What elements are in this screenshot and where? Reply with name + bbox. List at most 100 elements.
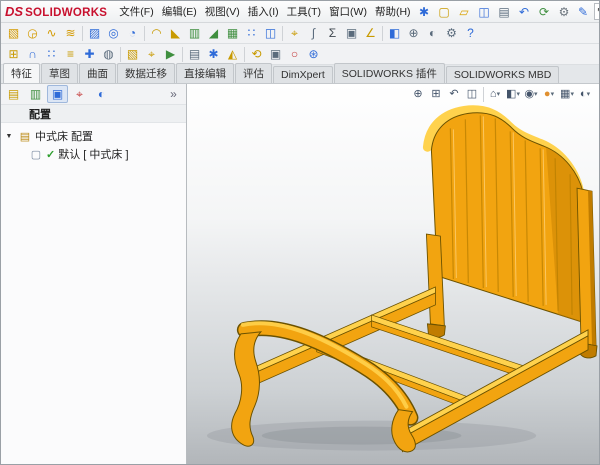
section-view-icon[interactable]: ◧	[385, 24, 404, 42]
mirror-icon[interactable]: ◫	[261, 24, 280, 42]
shell-icon: ▦	[226, 26, 239, 40]
smart-fastener-icon[interactable]: ≡	[61, 45, 80, 63]
insert-component-icon[interactable]: ⊞	[4, 45, 23, 63]
options-icon[interactable]: ⚙	[555, 3, 574, 21]
instant3d-icon[interactable]: ◭	[223, 45, 242, 63]
show-hidden-icon[interactable]: ◍	[99, 45, 118, 63]
tab-surfaces[interactable]: 曲面	[79, 63, 116, 83]
menu-items: 文件(F) 编辑(E) 视图(V) 插入(I) 工具(T) 窗口(W) 帮助(H)	[115, 2, 414, 21]
zoom-icon[interactable]: ⊕	[404, 24, 423, 42]
hide-show-items-icon[interactable]: ◉ ▾	[522, 86, 540, 103]
menu-view[interactable]: 视图(V)	[201, 2, 244, 21]
config-tree-root-row[interactable]: ▼ ▤ 中式床 配置	[3, 127, 184, 145]
tree-expand-icon[interactable]: ▼	[3, 133, 15, 140]
exploded-view-icon[interactable]: ✱	[204, 45, 223, 63]
edit-appearance-icon[interactable]: ● ▾	[540, 86, 558, 103]
menu-file[interactable]: 文件(F)	[115, 2, 157, 21]
snapshot-icon[interactable]: ▣	[266, 45, 285, 63]
tab-direct-editing[interactable]: 直接编辑	[176, 63, 234, 83]
equations-icon[interactable]: Σ	[323, 24, 342, 42]
mate-icon[interactable]: ∩	[23, 45, 42, 63]
bill-of-materials-icon[interactable]: ▤	[185, 45, 204, 63]
swept-boss-icon[interactable]: ∿	[42, 24, 61, 42]
chamfer-icon[interactable]: ◣	[166, 24, 185, 42]
boss-extrude-icon[interactable]: ▧	[4, 24, 23, 42]
zoom-fit-icon[interactable]: ⊕	[409, 86, 427, 103]
configurationmanager-tab-icon[interactable]: ▣	[47, 85, 68, 103]
cursor-arrow-icon: ↖	[597, 6, 599, 17]
config-tree-child-row[interactable]: ▢ ✓ 默认 [ 中式床 ]	[3, 145, 184, 163]
shell-icon[interactable]: ▦	[223, 24, 242, 42]
tab-evaluate[interactable]: 评估	[235, 63, 272, 83]
measure-icon[interactable]: ∠	[361, 24, 380, 42]
menu-edit[interactable]: 编辑(E)	[158, 2, 201, 21]
mate-icon: ∩	[28, 47, 37, 61]
tab-sketch[interactable]: 草图	[41, 63, 78, 83]
linear-pattern-icon[interactable]: ∷	[242, 24, 261, 42]
move-component-icon[interactable]: ✚	[80, 45, 99, 63]
bed-headboard[interactable]	[422, 105, 589, 325]
update-icon[interactable]: ⟲	[247, 45, 266, 63]
save-icon[interactable]: ◫	[475, 3, 494, 21]
zoom-area-icon[interactable]: ⊞	[427, 86, 445, 103]
menu-window[interactable]: 窗口(W)	[325, 2, 371, 21]
rebuild-icon[interactable]: ⟳	[535, 3, 554, 21]
component-pattern-icon[interactable]: ∷	[42, 45, 61, 63]
displaymanager-tab-icon[interactable]: ◐	[91, 85, 112, 103]
tab-dimxpert[interactable]: DimXpert	[273, 66, 333, 83]
graphics-viewport[interactable]: ⊕ ⊞ ↶ ◫ ⌂ ▾ ◧ ▾ ◉ ▾ ● ▾ ▦ ▾ ◐ ▾	[187, 84, 599, 465]
tab-sw-addins[interactable]: SOLIDWORKS 插件	[333, 63, 445, 83]
fillet-icon[interactable]: ◠	[147, 24, 166, 42]
apply-scene-icon[interactable]: ▦ ▾	[558, 86, 576, 103]
menu-tools[interactable]: 工具(T)	[283, 2, 325, 21]
tab-sw-mbd[interactable]: SOLIDWORKS MBD	[445, 66, 560, 83]
view-orientation-icon[interactable]: ⌂ ▾	[486, 86, 504, 103]
main-area: ▤ ▥ ▣ ⌖ ◐ » 配置 ▼ ▤ 中式床 配置 ▢ ✓ 默认 [ 中式床 ] ⊕ ⊞ ↶ ◫…	[1, 84, 599, 465]
print-icon[interactable]: ▤	[495, 3, 514, 21]
chevron-double-icon[interactable]: »	[163, 85, 184, 103]
draft-icon[interactable]: ◢	[204, 24, 223, 42]
rib-icon[interactable]: ▥	[185, 24, 204, 42]
model-3d-bed[interactable]	[187, 84, 599, 465]
featuremanager-tab-icon[interactable]: ▤	[3, 85, 24, 103]
panel-title: 配置	[29, 108, 51, 121]
open-document-icon[interactable]: ▱	[455, 3, 474, 21]
hole-wizard-icon[interactable]: ◎	[104, 24, 123, 42]
toolbar-separator	[182, 46, 183, 62]
dimxpertmanager-tab-icon[interactable]: ⌖	[69, 85, 90, 103]
help-icon[interactable]: ?	[461, 24, 480, 42]
motion-study-icon: ▶	[165, 47, 176, 61]
curves-icon[interactable]: ∫	[304, 24, 323, 42]
tab-data-migration[interactable]: 数据迁移	[117, 63, 175, 83]
commandmanager-tabs: 特征 草图 曲面 数据迁移 直接编辑 评估 DimXpert SOLIDWORKS 插件 SOL…	[1, 63, 599, 84]
previous-view-icon[interactable]: ↶	[445, 86, 463, 103]
menu-insert[interactable]: 插入(I)	[244, 2, 283, 21]
section-view-icon[interactable]: ◫	[463, 86, 481, 103]
reference-geometry-icon[interactable]: ⌖	[285, 24, 304, 42]
config-root-label: 中式床 配置	[35, 131, 94, 143]
toolbox-icon[interactable]: ⊛	[304, 45, 323, 63]
edit-appearance-pencil-icon[interactable]: ✎	[574, 3, 593, 21]
select-tool-button[interactable]: ↖ ▾	[593, 3, 599, 20]
tab-features[interactable]: 特征	[3, 63, 40, 83]
display-style-icon[interactable]: ◐	[423, 24, 442, 42]
revolved-boss-icon[interactable]: ◶	[23, 24, 42, 42]
curves-icon: ∫	[311, 26, 316, 40]
camera-icon[interactable]: ▣	[342, 24, 361, 42]
reference-geo-icon[interactable]: ⌖	[142, 45, 161, 63]
settings-icon[interactable]: ⚙	[442, 24, 461, 42]
menu-help[interactable]: 帮助(H)	[371, 2, 415, 21]
view-settings-icon[interactable]: ◐ ▾	[576, 86, 594, 103]
display-style-icon[interactable]: ◧ ▾	[504, 86, 522, 103]
sketch-circle-icon[interactable]: ○	[285, 45, 304, 63]
new-document-icon[interactable]: ▢	[435, 3, 454, 21]
propertymanager-tab-icon[interactable]: ▥	[25, 85, 46, 103]
extruded-cut-icon[interactable]: ▨	[85, 24, 104, 42]
pin-menu-icon[interactable]: ✱	[415, 3, 434, 21]
revolved-cut-icon[interactable]: ◔	[123, 24, 142, 42]
assembly-feature-icon[interactable]: ▧	[123, 45, 142, 63]
toolbar-separator	[483, 87, 484, 102]
motion-study-icon[interactable]: ▶	[161, 45, 180, 63]
lofted-boss-icon[interactable]: ≋	[61, 24, 80, 42]
undo-icon[interactable]: ↶	[515, 3, 534, 21]
